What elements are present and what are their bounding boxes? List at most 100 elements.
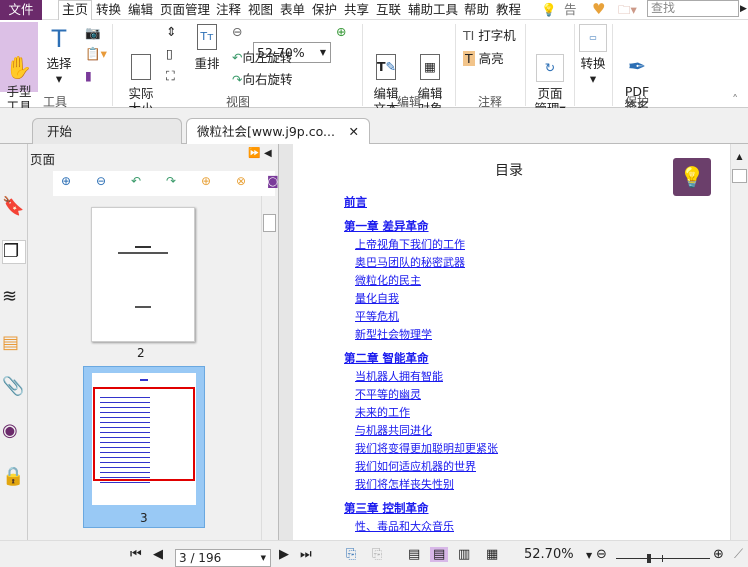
- search-go-icon[interactable]: ▶: [740, 0, 747, 20]
- zoom-level[interactable]: 52.70%: [524, 547, 574, 562]
- heart-icon[interactable]: ♥: [592, 0, 605, 20]
- toc-section-link[interactable]: 与机器共同进化: [355, 422, 432, 438]
- thumbnail-page-2[interactable]: [91, 207, 195, 342]
- bookmark-icon[interactable]: ▮: [85, 68, 92, 83]
- snapshot-icon[interactable]: 📷: [85, 25, 101, 41]
- fit-height-icon[interactable]: ⇕: [166, 24, 176, 39]
- toc-section-link[interactable]: 不平等的幽灵: [355, 386, 421, 402]
- select-button[interactable]: T 选择 ▾: [44, 24, 74, 86]
- thumbnail-page-3-selected[interactable]: 3: [83, 366, 205, 528]
- next-page-button[interactable]: ▶: [279, 547, 289, 562]
- tab-convert[interactable]: 转换: [96, 0, 121, 20]
- tab-comment[interactable]: 注释: [216, 0, 241, 20]
- lightbulb-tip-icon[interactable]: 💡: [673, 158, 711, 196]
- tab-help[interactable]: 帮助: [464, 0, 489, 20]
- zoom-slider-thumb[interactable]: [646, 554, 651, 563]
- close-tab-icon[interactable]: ✕: [349, 119, 359, 145]
- security-lock-icon[interactable]: 🔒: [2, 466, 26, 490]
- panel-splitter[interactable]: [278, 144, 293, 540]
- tab-edit[interactable]: 编辑: [128, 0, 153, 20]
- resize-grip-icon[interactable]: ⟋: [734, 547, 743, 562]
- rotate-page-right-icon[interactable]: ↷: [166, 174, 176, 188]
- toc-section-link[interactable]: 我们如何适应机器的世界: [355, 458, 476, 474]
- expand-panel-icon[interactable]: ⏩: [248, 148, 260, 159]
- tell-me[interactable]: 告诉: [564, 0, 586, 20]
- zoom-in-icon[interactable]: ⊕: [336, 24, 346, 39]
- document-scrollbar[interactable]: ▲: [730, 144, 748, 540]
- toc-section-link[interactable]: 性、毒品和大众音乐: [355, 518, 454, 534]
- collapse-panel-icon[interactable]: ◀: [264, 148, 272, 159]
- toc-section-link[interactable]: 我们将变得更加聪明却更紧张: [355, 440, 498, 456]
- fit-page-icon[interactable]: ▯: [166, 46, 173, 61]
- lightbulb-icon[interactable]: 💡: [541, 0, 557, 20]
- toc-section-link[interactable]: 平等危机: [355, 308, 399, 324]
- tab-share[interactable]: 共享: [344, 0, 369, 20]
- toc-section-link[interactable]: 新型社会物理学: [355, 326, 432, 342]
- file-menu[interactable]: 文件: [0, 0, 42, 20]
- toc-section-link[interactable]: 量化自我: [355, 290, 399, 306]
- prev-page-button[interactable]: ◀: [153, 547, 163, 562]
- toc-section-link[interactable]: 上帝视角下我们的工作: [355, 236, 465, 252]
- tab-connect[interactable]: 互联: [376, 0, 401, 20]
- search-input[interactable]: 查找: [647, 0, 739, 17]
- convert-button[interactable]: ▭ 转换 ▾: [578, 24, 608, 86]
- rotate-left-button[interactable]: ↶向左旋转: [232, 47, 293, 66]
- tab-page-manage[interactable]: 页面管理: [160, 0, 210, 20]
- rotate-page-left-icon[interactable]: ↶: [131, 174, 141, 188]
- reduce-thumbnail-icon[interactable]: ⊖: [96, 174, 106, 188]
- signatures-icon[interactable]: ◉: [2, 420, 26, 444]
- tab-protect[interactable]: 保护: [312, 0, 337, 20]
- typewriter-button[interactable]: TI 打字机: [463, 25, 516, 44]
- zoom-slider[interactable]: [616, 554, 710, 563]
- toc-chapter-link[interactable]: 第三章 控制革命: [344, 500, 429, 516]
- last-page-button[interactable]: ⏭: [300, 547, 312, 562]
- first-page-button[interactable]: ⏮: [130, 547, 142, 562]
- toc-section-link[interactable]: 未来的工作: [355, 404, 410, 420]
- tab-tutorial[interactable]: 教程: [496, 0, 521, 20]
- toc-section-link[interactable]: 奥巴马团队的秘密武器: [355, 254, 465, 270]
- hand-tool-button[interactable]: ✋ 手型 工具: [0, 22, 38, 114]
- toc-chapter-link[interactable]: 第二章 智能革命: [344, 350, 429, 366]
- enlarge-thumbnail-icon[interactable]: ⊕: [61, 174, 71, 188]
- convert-icon: ▭: [579, 24, 607, 52]
- page-number-input[interactable]: 3 / 196 ▼: [175, 549, 271, 567]
- bookmarks-icon[interactable]: 🔖: [2, 196, 26, 220]
- facing-page-icon[interactable]: ▥: [458, 547, 470, 562]
- single-page-icon[interactable]: ▤: [408, 547, 420, 562]
- toc-chapter-link[interactable]: 第一章 差异革命: [344, 218, 429, 234]
- fit-visible-icon[interactable]: ⛶: [166, 68, 175, 84]
- comments-icon[interactable]: ▤: [2, 332, 26, 356]
- zoom-dropdown-icon[interactable]: ▼: [586, 551, 592, 560]
- delete-page-icon[interactable]: ⊗: [236, 174, 246, 188]
- tab-view[interactable]: 视图: [248, 0, 273, 20]
- tab-home[interactable]: 主页: [58, 0, 92, 21]
- continuous-facing-icon[interactable]: ▦: [486, 547, 498, 562]
- rotate-right-button[interactable]: ↷向右旋转: [232, 69, 293, 88]
- tab-form[interactable]: 表单: [280, 0, 305, 20]
- previous-view-icon[interactable]: ⎘: [346, 547, 356, 562]
- toc-section-link[interactable]: 我们将怎样丧失性别: [355, 476, 454, 492]
- page-properties-icon[interactable]: ◙: [267, 174, 279, 188]
- highlight-button[interactable]: T 高亮: [463, 48, 504, 67]
- tab-accessibility[interactable]: 辅助工具: [408, 0, 458, 20]
- insert-page-icon[interactable]: ⊕: [201, 174, 211, 188]
- pages-icon[interactable]: ❐: [2, 240, 26, 264]
- zoom-out-button[interactable]: ⊖: [596, 547, 607, 562]
- next-view-icon[interactable]: ⎘: [372, 547, 382, 562]
- continuous-page-icon[interactable]: ▤: [430, 547, 449, 562]
- reflow-button[interactable]: Tт 重排: [190, 24, 224, 71]
- collapse-ribbon-icon[interactable]: ˄: [732, 92, 738, 107]
- zoom-out-icon[interactable]: ⊖: [232, 24, 242, 39]
- zoom-in-button[interactable]: ⊕: [713, 547, 724, 562]
- layers-icon[interactable]: ≋: [2, 286, 26, 310]
- tab-document[interactable]: 微粒社会[www.j9p.co... ✕: [186, 118, 370, 144]
- thumbnail-scrollbar[interactable]: [261, 196, 277, 540]
- clipboard-icon[interactable]: 📋▾: [85, 46, 107, 62]
- toc-section-link[interactable]: 微粒化的民主: [355, 272, 421, 288]
- toc-section-link[interactable]: 当机器人拥有智能: [355, 368, 443, 384]
- page-icon: [131, 54, 151, 80]
- attachments-icon[interactable]: 📎: [2, 376, 26, 400]
- tab-start[interactable]: 开始: [32, 118, 182, 144]
- toc-chapter-link[interactable]: 前言: [344, 194, 367, 210]
- folder-search-icon[interactable]: 🗀▾: [618, 0, 637, 20]
